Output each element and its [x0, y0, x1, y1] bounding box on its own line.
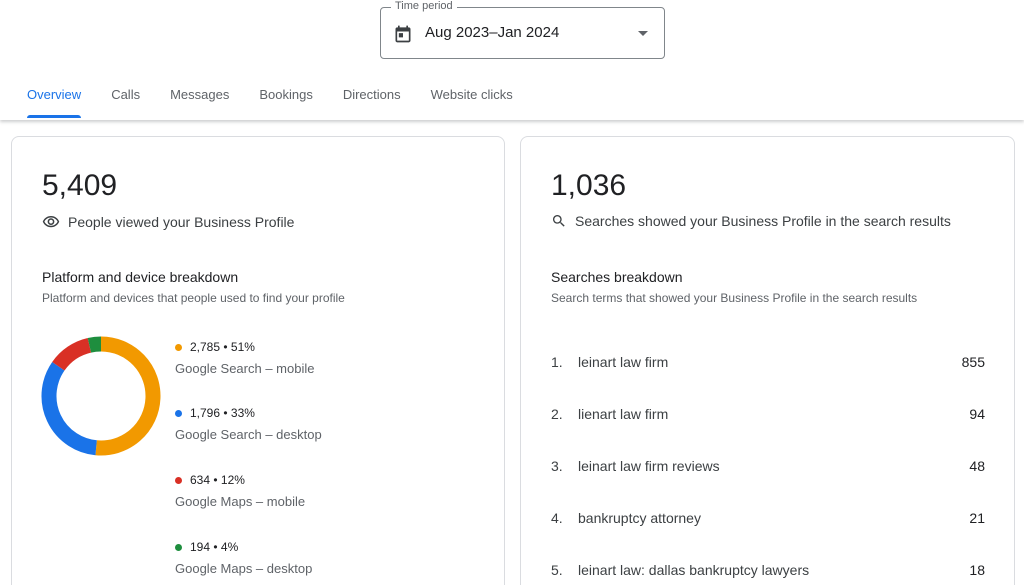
legend-dot	[175, 476, 182, 484]
time-period-select[interactable]: Time period Aug 2023–Jan 2024	[380, 0, 665, 59]
search-term-text: lienart law firm	[578, 406, 669, 422]
legend-value-text: 2,785 • 51%	[190, 340, 255, 354]
calendar-icon	[395, 25, 411, 43]
search-term-count: 855	[961, 354, 985, 370]
tab-messages[interactable]: Messages	[155, 86, 244, 120]
search-term-text: leinart law: dallas bankruptcy lawyers	[578, 562, 810, 578]
search-term-index: 4.	[551, 510, 563, 526]
legend-label: Google Maps – desktop	[175, 561, 313, 576]
legend-value-text: 1,796 • 33%	[190, 406, 255, 420]
searches-breakdown-subtitle: Search terms that showed your Business P…	[551, 291, 918, 305]
searches-description: Searches showed your Business Profile in…	[551, 213, 951, 229]
search-term-index: 3.	[551, 458, 563, 474]
search-term-count: 18	[969, 562, 985, 578]
profile-views-text: People viewed your Business Profile	[68, 214, 295, 230]
platform-donut-chart	[41, 336, 161, 456]
tab-overview[interactable]: Overview	[12, 86, 96, 120]
legend-value: 1,796 • 33%	[175, 405, 322, 421]
legend-item: 194 • 4% Google Maps – desktop	[175, 539, 312, 576]
tab-bookings[interactable]: Bookings	[244, 86, 327, 120]
search-term-index: 2.	[551, 406, 563, 422]
searches-breakdown-title: Searches breakdown	[551, 269, 683, 285]
top-bar: Time period Aug 2023–Jan 2024 Overview C…	[0, 0, 1024, 120]
legend-value: 634 • 12%	[175, 472, 305, 488]
searches-text: Searches showed your Business Profile in…	[575, 213, 951, 229]
tab-calls[interactable]: Calls	[96, 86, 155, 120]
profile-views-description: People viewed your Business Profile	[42, 213, 294, 231]
donut-slice-2	[41, 361, 98, 456]
search-term-text: leinart law firm reviews	[578, 458, 720, 474]
search-term-row: 4. bankruptcy attorney 21	[551, 510, 985, 526]
search-term-index: 5.	[551, 562, 563, 578]
time-period-value: Aug 2023–Jan 2024	[425, 24, 560, 41]
legend-value: 2,785 • 51%	[175, 339, 314, 355]
platform-breakdown-subtitle: Platform and devices that people used to…	[42, 291, 345, 305]
chevron-down-icon[interactable]	[638, 31, 648, 36]
tab-website-clicks[interactable]: Website clicks	[416, 86, 528, 120]
eye-icon	[42, 216, 60, 228]
legend-value-text: 634 • 12%	[190, 473, 245, 487]
searches-total: 1,036	[551, 169, 627, 202]
donut-slice-4	[87, 336, 102, 353]
donut-slice-1	[95, 336, 161, 456]
search-icon	[553, 215, 565, 227]
search-term-count: 94	[969, 406, 985, 422]
legend-label: Google Maps – mobile	[175, 494, 306, 509]
search-term-row: 3. leinart law firm reviews 48	[551, 458, 985, 474]
search-term-count: 48	[969, 458, 985, 474]
searches-card: 1,036 Searches showed your Business Prof…	[520, 136, 1015, 585]
legend-value-text: 194 • 4%	[190, 540, 239, 554]
legend-dot	[175, 409, 182, 417]
legend-label: Google Search – mobile	[175, 361, 315, 376]
search-term-row: 5. leinart law: dallas bankruptcy lawyer…	[551, 562, 985, 578]
profile-views-card: 5,409 People viewed your Business Profil…	[11, 136, 505, 585]
legend-item: 2,785 • 51% Google Search – mobile	[175, 339, 314, 376]
legend-dot	[175, 343, 182, 351]
tab-bar: Overview Calls Messages Bookings Directi…	[12, 86, 528, 120]
search-term-text: leinart law firm	[578, 354, 669, 370]
legend-label: Google Search – desktop	[175, 427, 322, 442]
search-term-row: 1. leinart law firm 855	[551, 354, 985, 370]
search-term-index: 1.	[551, 354, 563, 370]
tab-directions[interactable]: Directions	[328, 86, 416, 120]
platform-breakdown-title: Platform and device breakdown	[42, 269, 239, 285]
legend-item: 1,796 • 33% Google Search – desktop	[175, 405, 322, 442]
time-period-label: Time period	[391, 0, 457, 12]
search-term-text: bankruptcy attorney	[578, 510, 701, 526]
donut-slice-3	[52, 338, 92, 371]
legend-dot	[175, 543, 182, 551]
search-term-count: 21	[969, 510, 985, 526]
legend-value: 194 • 4%	[175, 539, 312, 555]
search-term-row: 2. lienart law firm 94	[551, 406, 985, 422]
legend-item: 634 • 12% Google Maps – mobile	[175, 472, 305, 509]
profile-views-total: 5,409	[42, 169, 118, 202]
